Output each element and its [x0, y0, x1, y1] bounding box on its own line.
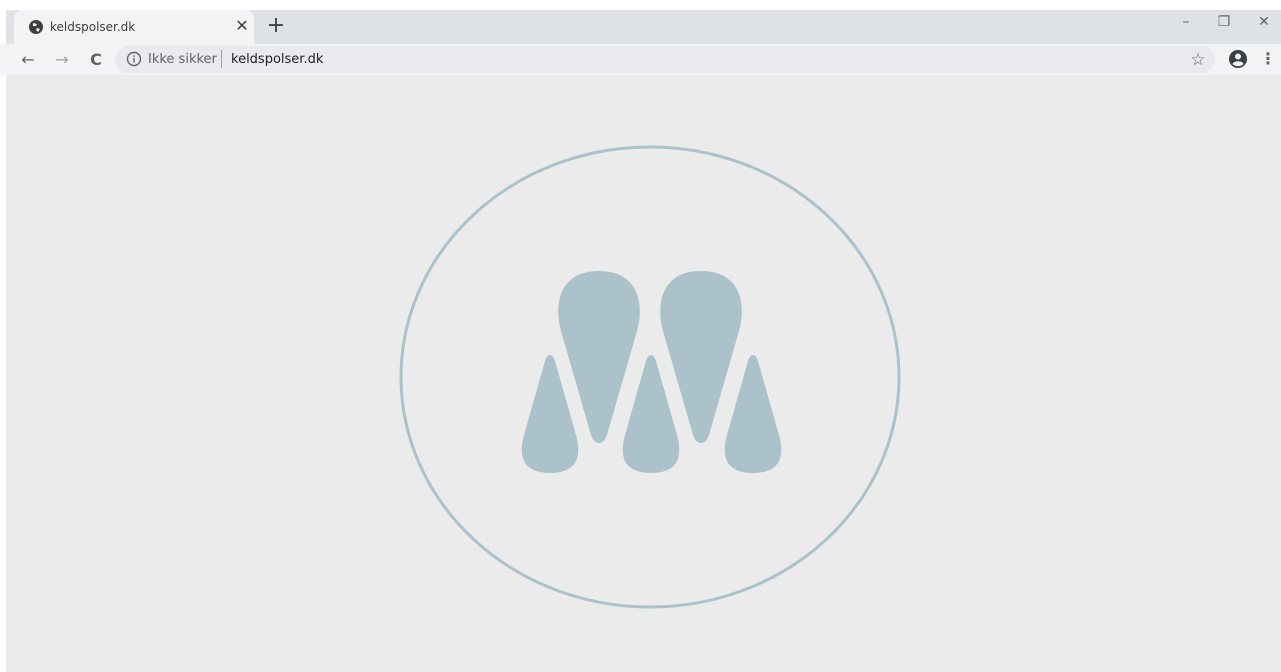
bookmark-star-icon[interactable]: ☆: [1187, 49, 1209, 71]
tab-active[interactable]: keldspolser.dk ✕: [14, 10, 254, 44]
logo-drop-large-right: [660, 271, 742, 443]
address-separator: [221, 50, 222, 68]
logo-drop-small-right: [724, 355, 782, 473]
new-tab-button[interactable]: +: [264, 15, 288, 39]
close-window-button[interactable]: ✕: [1252, 12, 1276, 32]
toolbar: ← → C Ikke sikker keldspolser.dk ☆ ⋮: [0, 44, 1281, 75]
back-button[interactable]: ←: [16, 48, 40, 72]
logo-drop-small-middle: [622, 355, 680, 473]
page-viewport: [6, 75, 1281, 672]
info-icon[interactable]: [125, 50, 143, 68]
security-label[interactable]: Ikke sikker: [148, 51, 217, 68]
drops-logo: [399, 145, 901, 609]
forward-button[interactable]: →: [50, 48, 74, 72]
tab-title: keldspolser.dk: [50, 20, 136, 34]
reload-button[interactable]: C: [84, 48, 108, 72]
chrome-menu-icon[interactable]: ⋮: [1260, 48, 1276, 70]
browser-window: keldspolser.dk ✕ + – ❐ ✕ ← → C Ikke sikk…: [0, 0, 1281, 672]
url-text[interactable]: keldspolser.dk: [231, 51, 323, 68]
minimize-button[interactable]: –: [1174, 12, 1198, 32]
globe-icon: [29, 20, 43, 34]
tab-strip: keldspolser.dk ✕ + – ❐ ✕: [0, 0, 1281, 44]
address-bar[interactable]: Ikke sikker keldspolser.dk ☆: [115, 46, 1215, 73]
tab-close-icon[interactable]: ✕: [232, 16, 252, 36]
logo-drop-small-left: [521, 355, 579, 473]
profile-avatar-icon[interactable]: [1228, 49, 1248, 69]
restore-button[interactable]: ❐: [1212, 12, 1236, 32]
